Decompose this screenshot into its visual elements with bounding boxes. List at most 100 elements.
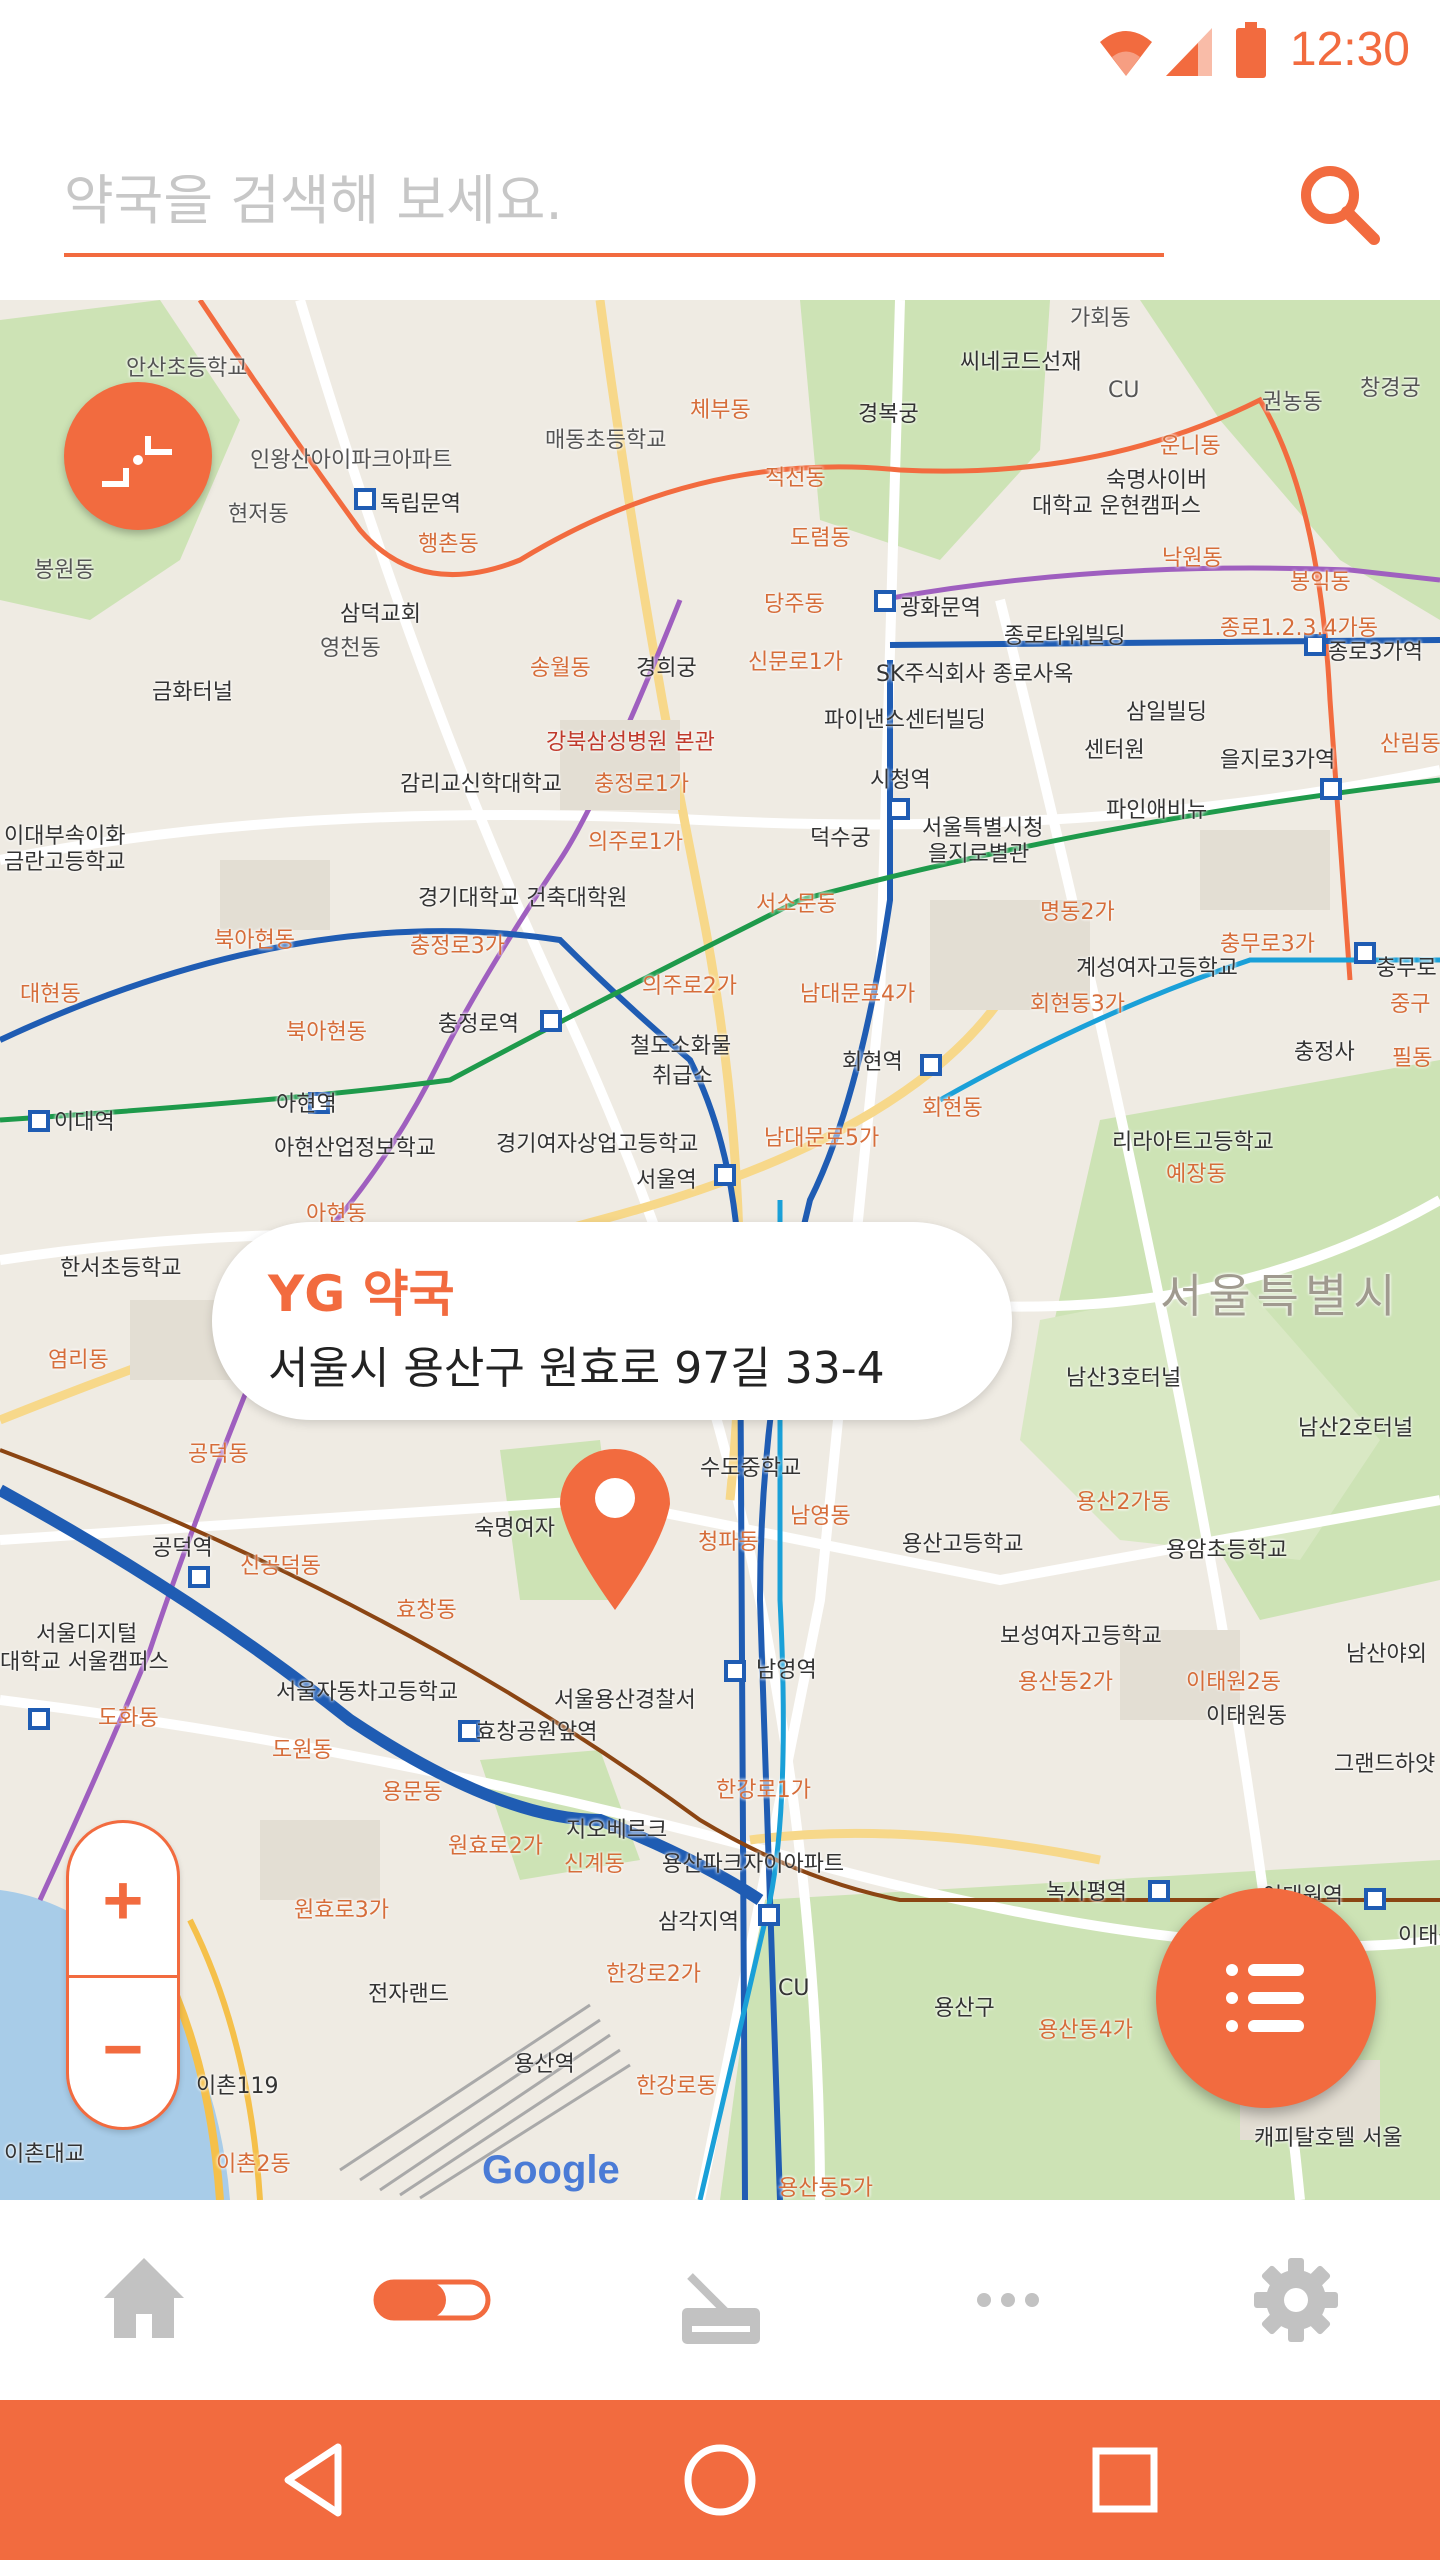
map-label: 그랜드하얏 bbox=[1334, 1752, 1436, 1777]
map-label: 강북삼성병원 본관 bbox=[546, 730, 715, 755]
map-label: 독립문역 bbox=[380, 492, 461, 517]
map-label: 경기대학교 건축대학원 bbox=[418, 886, 628, 911]
pharmacy-name: YG 약국 bbox=[268, 1265, 455, 1323]
map-label: 한강로동 bbox=[636, 2074, 717, 2099]
map-label: 당주동 bbox=[764, 592, 825, 617]
map-label: 용산구 bbox=[934, 1996, 995, 2021]
map-label: 예장동 bbox=[1166, 1162, 1227, 1187]
map-label: 도렴동 bbox=[790, 526, 851, 551]
map-label: 시청역 bbox=[870, 768, 931, 793]
map-label: 원효로3가 bbox=[294, 1898, 389, 1923]
map-label: 의주로1가 bbox=[588, 830, 683, 855]
map-label: 대현동 bbox=[20, 982, 81, 1007]
map-label: 이촌119 bbox=[196, 2074, 279, 2099]
map-label: 의주로2가 bbox=[642, 974, 737, 999]
map-label: 효창공원앞역 bbox=[476, 1720, 598, 1745]
map-label: 한서초등학교 bbox=[60, 1256, 182, 1281]
more-icon[interactable] bbox=[948, 2240, 1068, 2360]
map-label: 삼덕교회 bbox=[340, 602, 421, 627]
map-label: 충정로1가 bbox=[594, 772, 689, 797]
map-label: 삼각지역 bbox=[658, 1910, 739, 1935]
map-label: 종로3가역 bbox=[1328, 640, 1423, 665]
map-label: 녹사평역 bbox=[1046, 1880, 1127, 1905]
map-label: 서울자동차고등학교 bbox=[276, 1680, 459, 1705]
map-label: 대학교 운현캠퍼스 bbox=[1032, 494, 1201, 519]
map-label: 을지로3가역 bbox=[1220, 748, 1336, 773]
map-label: 체부동 bbox=[690, 398, 751, 423]
search-bar bbox=[0, 110, 1440, 300]
collapse-map-button[interactable] bbox=[64, 382, 212, 530]
map-label: CU bbox=[1108, 378, 1140, 403]
map-label: 파이낸스센터빌딩 bbox=[824, 708, 986, 733]
list-icon bbox=[1226, 1964, 1304, 2032]
map-label: 용산동5가 bbox=[778, 2176, 873, 2200]
map-label: 북아현동 bbox=[214, 928, 295, 953]
map-label: 도화동 bbox=[98, 1706, 159, 1731]
map-label: 공덕동 bbox=[188, 1442, 249, 1467]
map-label: 충정사 bbox=[1294, 1040, 1355, 1065]
map-label: 용산파크자이아파트 bbox=[662, 1852, 845, 1877]
home-icon[interactable] bbox=[84, 2240, 204, 2360]
map-label: 낙원동 bbox=[1162, 546, 1223, 571]
map-label: 이태원2동 bbox=[1186, 1670, 1281, 1695]
list-view-button[interactable] bbox=[1156, 1888, 1376, 2108]
map-label: 행촌동 bbox=[418, 532, 479, 557]
map-label: 금화터널 bbox=[152, 680, 233, 705]
map-label: 서울용산경찰서 bbox=[554, 1688, 696, 1713]
system-navigation-bar bbox=[0, 2400, 1440, 2560]
map-label: 중구 bbox=[1390, 992, 1431, 1017]
map-label: 센터원 bbox=[1084, 738, 1145, 763]
map-label: 수도중학교 bbox=[700, 1456, 802, 1481]
map-label: 남산3호터널 bbox=[1066, 1366, 1182, 1391]
map-label: 이촌대교 bbox=[4, 2142, 85, 2167]
map-label: 남영동 bbox=[790, 1504, 851, 1529]
zoom-in-label: + bbox=[102, 1861, 144, 1939]
recents-icon[interactable] bbox=[1070, 2425, 1180, 2535]
pharmacy-info-card[interactable]: YG 약국 서울시 용산구 원효로 97길 33-4 bbox=[212, 1222, 1012, 1420]
zoom-control: + − bbox=[66, 1820, 180, 2130]
map-label: 남산야외 bbox=[1346, 1642, 1427, 1667]
printer-icon[interactable] bbox=[660, 2240, 780, 2360]
map-label: 신문로1가 bbox=[748, 650, 843, 675]
map-label: 현저동 bbox=[228, 502, 289, 527]
map-label: 원효로2가 bbox=[448, 1834, 543, 1859]
collapse-icon bbox=[102, 436, 172, 487]
map-label: 지오베르크 bbox=[566, 1818, 668, 1843]
search-icon[interactable] bbox=[1290, 155, 1390, 255]
zoom-in-button[interactable]: + bbox=[69, 1823, 177, 1975]
map-label: 가회동 bbox=[1070, 306, 1131, 331]
home-circle-icon[interactable] bbox=[665, 2425, 775, 2535]
map-label: 창경궁 bbox=[1360, 376, 1421, 401]
map-label: 효창동 bbox=[396, 1598, 457, 1623]
map-label: 계성여자고등학교 bbox=[1076, 956, 1238, 981]
map-label: 충정로역 bbox=[438, 1012, 519, 1037]
map-label: 아현역 bbox=[276, 1092, 337, 1117]
map-label: 덕수궁 bbox=[810, 826, 871, 851]
map-label: 서울역 bbox=[636, 1168, 697, 1193]
search-input[interactable] bbox=[64, 150, 1164, 250]
map-label: 남대문로5가 bbox=[764, 1126, 880, 1151]
map-label: 이태원동 bbox=[1206, 1704, 1287, 1729]
map-label: 적선동 bbox=[765, 466, 826, 491]
map-label: CU bbox=[778, 1976, 810, 2001]
status-time: 12:30 bbox=[1289, 23, 1410, 76]
map-label: 용산고등학교 bbox=[902, 1532, 1024, 1557]
map-label: 안산초등학교 bbox=[126, 356, 248, 381]
signal-icon bbox=[1166, 28, 1212, 76]
map-label: 매동초등학교 bbox=[545, 428, 667, 453]
zoom-out-button[interactable]: − bbox=[69, 1978, 177, 2128]
bottom-navigation bbox=[0, 2200, 1440, 2400]
map-label: 철도소화물 bbox=[630, 1034, 732, 1059]
map-label: 영천동 bbox=[320, 636, 381, 661]
map-label: 염리동 bbox=[48, 1348, 109, 1373]
map-label: 충무로 bbox=[1376, 956, 1437, 981]
map-label: 권농동 bbox=[1262, 390, 1323, 415]
back-icon[interactable] bbox=[260, 2425, 370, 2535]
wifi-icon bbox=[1100, 31, 1152, 76]
toggle-icon[interactable] bbox=[372, 2240, 492, 2360]
location-pin-icon[interactable] bbox=[556, 1442, 674, 1612]
gear-icon[interactable] bbox=[1236, 2240, 1356, 2360]
map-label: 이태원1 bbox=[1398, 1924, 1440, 1949]
map-label: 봉원동 bbox=[34, 558, 95, 583]
map-label: 도원동 bbox=[272, 1738, 333, 1763]
